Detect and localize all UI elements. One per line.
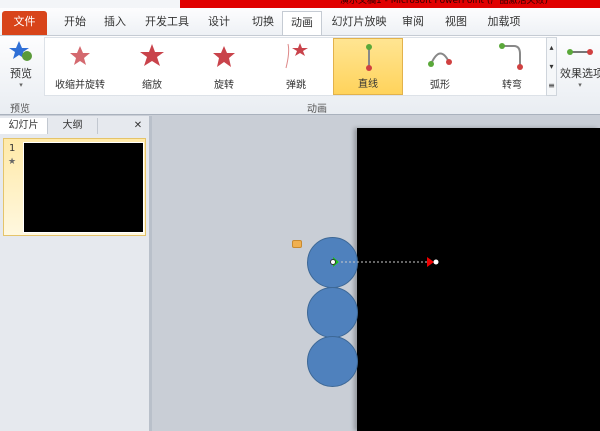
tab-insert[interactable]: 插入	[95, 11, 135, 35]
line-path-icon	[567, 49, 593, 55]
anim-arc[interactable]: 弧形	[405, 38, 475, 95]
anim-spin[interactable]: 旋转	[189, 38, 259, 95]
animation-group-label: 动画	[307, 104, 327, 115]
slide-thumbnail-image	[23, 142, 144, 233]
tab-review[interactable]: 审阅	[395, 11, 431, 35]
tab-animations[interactable]: 动画	[282, 11, 322, 35]
window-title: 演示文稿1 - Microsoft PowerPoint (产品激活失败)	[180, 0, 600, 8]
chevron-down-icon: ▾	[578, 81, 582, 89]
star-icon	[140, 44, 164, 66]
anim-line[interactable]: 直线	[333, 38, 403, 95]
arc-path-icon	[428, 52, 452, 67]
star-bounce-icon	[285, 43, 308, 69]
line-path-icon	[366, 44, 372, 71]
animation-marker-icon: ★	[8, 157, 17, 167]
tab-slideshow[interactable]: 幻灯片放映	[328, 11, 390, 35]
star-spin-icon	[213, 46, 235, 67]
preview-button[interactable]: 预览 ▾	[2, 38, 40, 96]
slide-thumbnail[interactable]: 1 ★	[3, 138, 146, 236]
tab-developer[interactable]: 开发工具	[137, 11, 197, 35]
circle-shape[interactable]	[307, 287, 358, 338]
tab-view[interactable]: 视图	[436, 11, 476, 35]
tab-design[interactable]: 设计	[200, 11, 238, 35]
turn-path-icon	[499, 43, 523, 70]
anim-bounce[interactable]: 弹跳	[261, 38, 331, 95]
preview-group-label: 预览	[10, 104, 30, 115]
slides-pane: 幻灯片 大纲 ✕ 1 ★	[0, 116, 152, 431]
slide-number: 1	[9, 143, 16, 154]
slide-canvas[interactable]	[357, 128, 600, 431]
animation-tag-icon	[292, 240, 302, 248]
tab-outline[interactable]: 大纲	[48, 118, 98, 134]
ribbon: 预览 ▾ 预览 收缩并旋转 缩放 旋转 弹跳 直线 弧形 转弯 ▴ ▾ ≡ 效果选项…	[0, 35, 600, 115]
circle-shape[interactable]	[307, 336, 358, 387]
effect-options-button[interactable]: 效果选项 ▾	[560, 38, 600, 96]
tab-home[interactable]: 开始	[55, 11, 95, 35]
star-burst-icon	[70, 46, 90, 65]
anim-turn[interactable]: 转弯	[477, 38, 547, 95]
tab-addins[interactable]: 加载项	[480, 11, 528, 35]
ribbon-tabs: 文件 开始 插入 开发工具 设计 切换 动画 幻灯片放映 审阅 视图 加载项	[0, 8, 600, 35]
anim-shrink-turn[interactable]: 收缩并旋转	[45, 38, 115, 95]
star-play-icon	[9, 41, 32, 61]
chevron-down-icon: ▾	[19, 81, 23, 89]
anim-zoom[interactable]: 缩放	[117, 38, 187, 95]
animation-gallery: 收缩并旋转 缩放 旋转 弹跳 直线 弧形 转弯	[44, 37, 547, 96]
tab-file[interactable]: 文件	[2, 11, 47, 35]
title-bar: 演示文稿1 - Microsoft PowerPoint (产品激活失败)	[0, 0, 600, 8]
close-pane-icon[interactable]: ✕	[128, 118, 148, 134]
tab-transitions[interactable]: 切换	[243, 11, 283, 35]
motion-path[interactable]	[325, 255, 445, 270]
gallery-scroll[interactable]: ▴ ▾ ≡	[546, 37, 557, 96]
tab-slides[interactable]: 幻灯片	[0, 118, 48, 134]
